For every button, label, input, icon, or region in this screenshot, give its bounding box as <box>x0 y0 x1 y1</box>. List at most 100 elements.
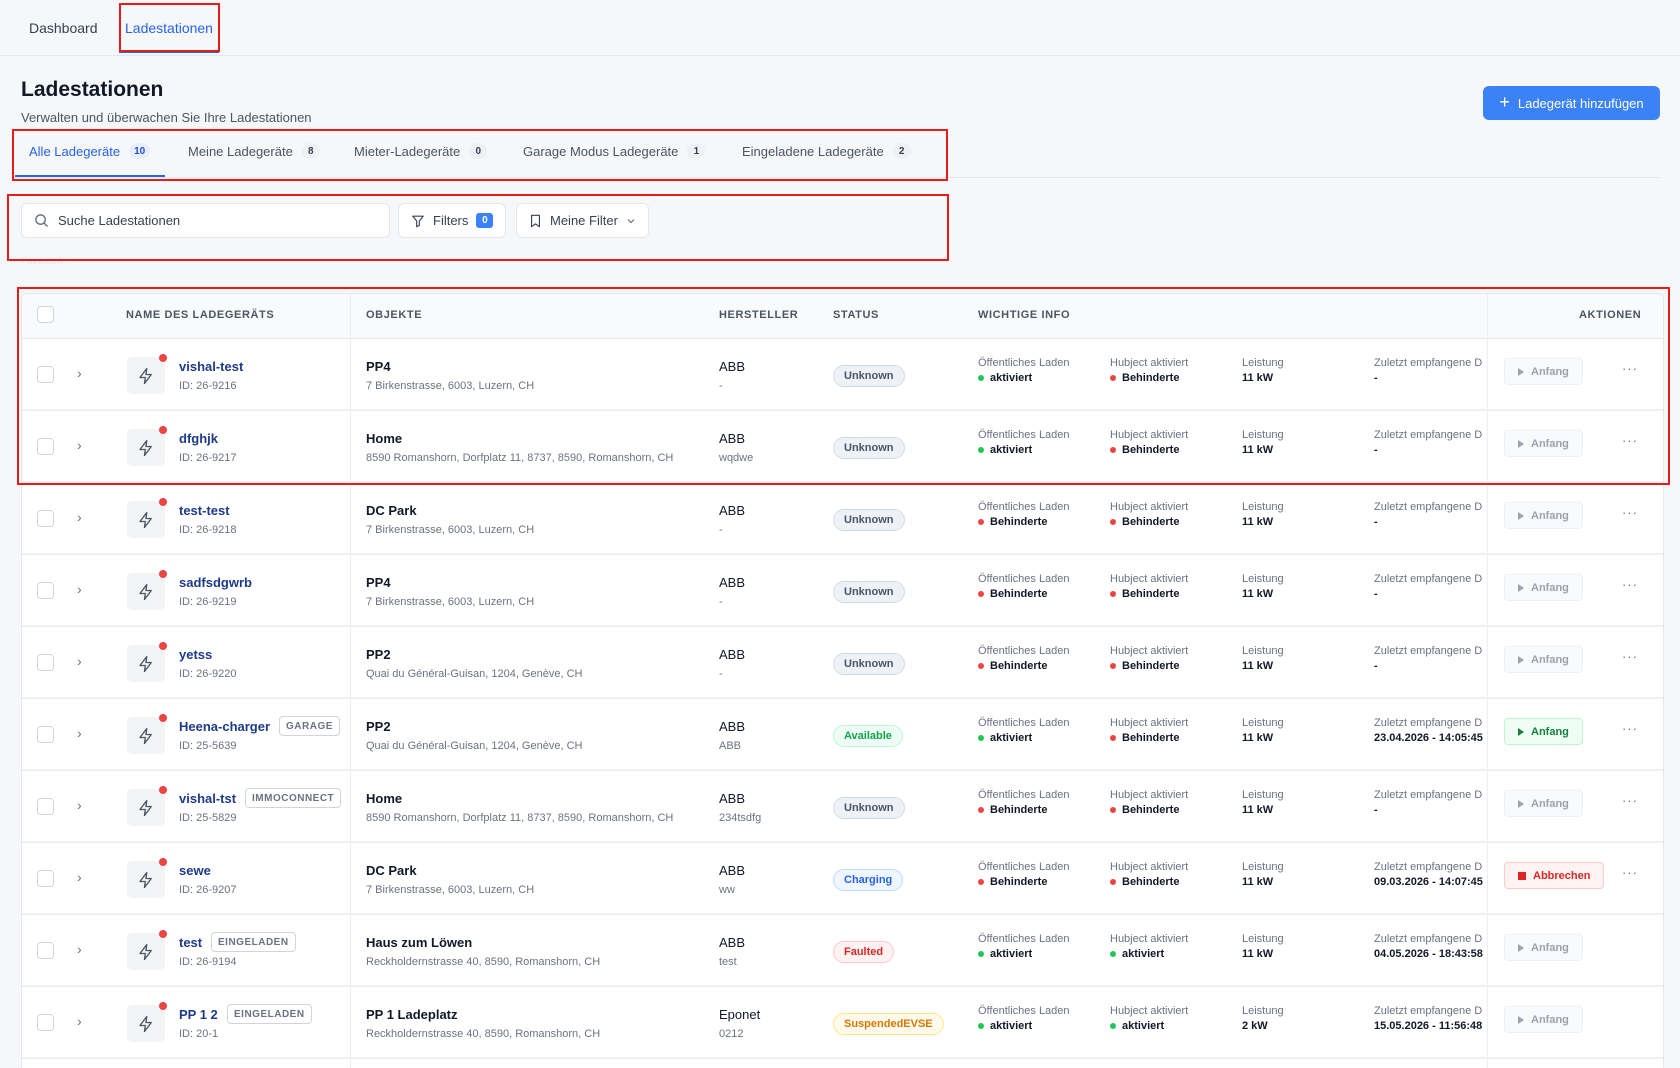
charger-name-link[interactable]: test-test <box>179 503 230 518</box>
info-hubject: Hubject aktiviert Behinderte <box>1110 501 1188 528</box>
charger-name-link[interactable]: Heena-charger <box>179 719 270 734</box>
info-value: Behinderte <box>1110 660 1188 672</box>
charger-name-link[interactable]: test <box>179 935 202 950</box>
row-checkbox[interactable] <box>37 510 54 527</box>
row-checkbox[interactable] <box>37 582 54 599</box>
charger-name-link[interactable]: vishal-tst <box>179 791 236 806</box>
tab-garage-mode-chargers[interactable]: Garage Modus Ladegeräte 1 <box>523 143 706 159</box>
info-value-text: Behinderte <box>1122 516 1180 528</box>
start-charging-button[interactable]: Anfang <box>1504 790 1583 817</box>
table-row[interactable]: › yetss ID: 26-9220 PP2 Quai du Général-… <box>22 627 1663 699</box>
info-value-text: 11 kW <box>1242 732 1274 744</box>
charger-name-link[interactable]: PP 1 2 <box>179 1007 218 1022</box>
chevron-right-icon[interactable]: › <box>77 509 82 525</box>
chevron-right-icon[interactable]: › <box>77 869 82 885</box>
info-value: Behinderte <box>1110 444 1188 456</box>
manufacturer: ABB <box>719 791 746 806</box>
more-actions-icon[interactable]: ··· <box>1622 721 1638 736</box>
more-actions-icon[interactable]: ··· <box>1622 793 1638 808</box>
more-actions-icon[interactable]: ··· <box>1622 505 1638 520</box>
info-hubject: Hubject aktiviert Behinderte <box>1110 573 1188 600</box>
row-checkbox[interactable] <box>37 726 54 743</box>
row-checkbox[interactable] <box>37 798 54 815</box>
lightning-icon <box>139 727 152 744</box>
info-last-received: Zuletzt empfangene D - <box>1374 501 1484 528</box>
chevron-right-icon[interactable]: › <box>77 365 82 381</box>
my-filters-dropdown[interactable]: Meine Filter <box>516 203 649 238</box>
nav-dashboard[interactable]: Dashboard <box>29 20 98 36</box>
select-all-checkbox[interactable] <box>37 306 54 323</box>
table-row[interactable]: › PP 1 2 EINGELADEN ID: 20-1 PP 1 Ladepl… <box>22 987 1663 1059</box>
table-row[interactable]: › test EINGELADEN ID: 26-9194 Haus zum L… <box>22 915 1663 987</box>
nav-ladestationen[interactable]: Ladestationen <box>125 20 213 36</box>
info-label: Öffentliches Laden <box>978 717 1070 729</box>
row-checkbox[interactable] <box>37 654 54 671</box>
start-charging-button[interactable]: Anfang <box>1504 574 1583 601</box>
start-charging-button[interactable]: Anfang <box>1504 1006 1583 1033</box>
row-checkbox[interactable] <box>37 942 54 959</box>
status-badge: Charging <box>833 869 904 891</box>
charger-name-link[interactable]: sewe <box>179 863 211 878</box>
status-dot <box>159 426 167 434</box>
info-value: aktiviert <box>1110 1020 1188 1032</box>
chevron-right-icon[interactable]: › <box>77 941 82 957</box>
table-row[interactable]: › vishal-test ID: 26-9216 PP4 7 Birkenst… <box>22 339 1663 411</box>
row-checkbox[interactable] <box>37 1014 54 1031</box>
chevron-right-icon[interactable]: › <box>77 1013 82 1029</box>
info-label: Leistung <box>1242 501 1284 513</box>
filters-label: Filters <box>433 213 469 228</box>
tab-my-chargers[interactable]: Meine Ladegeräte 8 <box>188 143 320 159</box>
info-public-charging: Öffentliches Laden Behinderte <box>978 501 1070 528</box>
chevron-right-icon[interactable]: › <box>77 797 82 813</box>
table-row[interactable]: › vishal-tst IMMOCONNECT ID: 25-5829 Hom… <box>22 771 1663 843</box>
start-charging-button[interactable]: Anfang <box>1504 646 1583 673</box>
status-badge: Unknown <box>833 437 905 459</box>
object-name: PP 1 Ladeplatz <box>366 1007 458 1022</box>
charger-name-link[interactable]: vishal-test <box>179 359 243 374</box>
start-charging-button[interactable]: Anfang <box>1504 502 1583 529</box>
info-value: aktiviert <box>978 372 1070 384</box>
chevron-right-icon[interactable]: › <box>77 653 82 669</box>
table-row[interactable]: › dfghjk ID: 26-9217 Home 8590 Romanshor… <box>22 411 1663 483</box>
search-input[interactable]: Suche Ladestationen <box>21 203 390 238</box>
info-value: Behinderte <box>1110 732 1188 744</box>
row-checkbox[interactable] <box>37 438 54 455</box>
table-row[interactable]: › test-test ID: 26-9218 DC Park 7 Birken… <box>22 483 1663 555</box>
info-last-received: Zuletzt empfangene D 04.05.2026 - 18:43:… <box>1374 933 1484 960</box>
charger-name-link[interactable]: sadfsdgwrb <box>179 575 252 590</box>
chevron-right-icon[interactable]: › <box>77 437 82 453</box>
row-checkbox[interactable] <box>37 870 54 887</box>
model: ww <box>719 884 735 896</box>
tab-invited-chargers[interactable]: Eingeladene Ladegeräte 2 <box>742 143 911 159</box>
info-label: Zuletzt empfangene D <box>1374 717 1483 729</box>
start-charging-button[interactable]: Anfang <box>1504 718 1583 745</box>
more-actions-icon[interactable]: ··· <box>1622 865 1638 880</box>
page-title: Ladestationen <box>21 78 164 101</box>
info-value-text: Behinderte <box>990 804 1048 816</box>
more-actions-icon[interactable]: ··· <box>1622 361 1638 376</box>
charger-name-link[interactable]: yetss <box>179 647 212 662</box>
table-row[interactable]: › Heena-charger GARAGE ID: 25-5639 PP2 Q… <box>22 699 1663 771</box>
start-charging-button[interactable]: Anfang <box>1504 934 1583 961</box>
tab-tenant-chargers[interactable]: Mieter-Ladegeräte 0 <box>354 143 488 159</box>
filters-button[interactable]: Filters 0 <box>398 203 507 238</box>
start-charging-button[interactable]: Anfang <box>1504 430 1583 457</box>
chevron-right-icon[interactable]: › <box>77 725 82 741</box>
more-actions-icon[interactable]: ··· <box>1622 649 1638 664</box>
charger-name-link[interactable]: dfghjk <box>179 431 218 446</box>
info-value: 09.03.2026 - 14:07:45 <box>1374 876 1484 888</box>
chevron-right-icon[interactable]: › <box>77 581 82 597</box>
info-label: Zuletzt empfangene D <box>1374 573 1483 585</box>
stop-charging-button[interactable]: Abbrechen <box>1504 862 1605 889</box>
start-charging-button[interactable]: Anfang <box>1504 358 1583 385</box>
more-actions-icon[interactable]: ··· <box>1622 433 1638 448</box>
chevron-down-icon <box>627 218 635 223</box>
tab-all-chargers[interactable]: Alle Ladegeräte 10 <box>29 143 151 159</box>
add-charger-button[interactable]: + Ladegerät hinzufügen <box>1483 86 1660 120</box>
table-row[interactable]: › sadfsdgwrb ID: 26-9219 PP4 7 Birkenstr… <box>22 555 1663 627</box>
more-actions-icon[interactable]: ··· <box>1622 577 1638 592</box>
row-checkbox[interactable] <box>37 366 54 383</box>
info-label: Öffentliches Laden <box>978 933 1070 945</box>
table-row[interactable]: › sewe ID: 26-9207 DC Park 7 Birkenstras… <box>22 843 1663 915</box>
col-status: STATUS <box>833 309 879 321</box>
